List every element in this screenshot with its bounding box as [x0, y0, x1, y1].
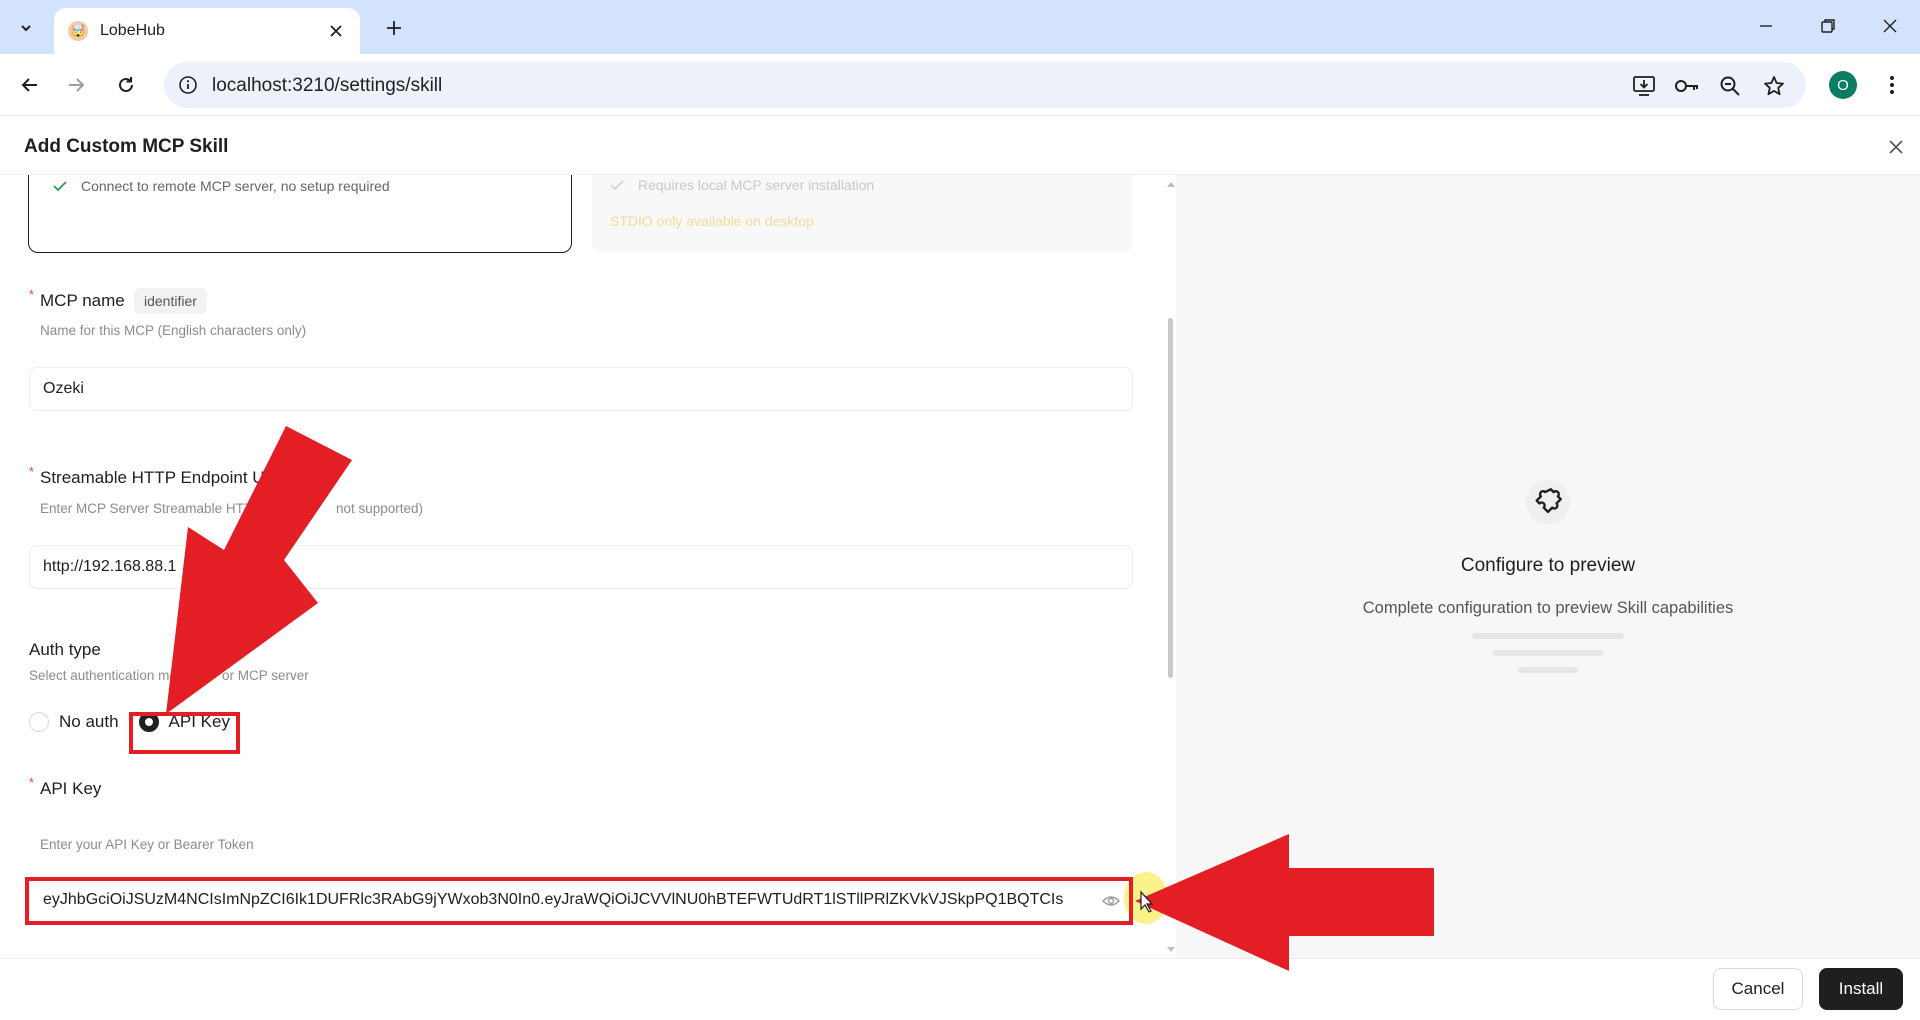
check-icon [610, 180, 624, 191]
check-icon [53, 181, 67, 192]
preview-pane: Configure to preview Complete configurat… [1176, 175, 1920, 958]
mcp-name-description: Name for this MCP (English characters on… [40, 323, 307, 338]
skeleton-line [1472, 633, 1624, 639]
info-icon[interactable] [176, 73, 200, 97]
skeleton-line [1492, 650, 1604, 656]
form-pane: Connect to remote MCP server, no setup r… [0, 175, 1176, 958]
scroll-up-icon[interactable] [1166, 179, 1175, 188]
browser-toolbar: localhost:3210/settings/skill O [0, 54, 1920, 116]
key-icon[interactable] [1674, 73, 1700, 99]
close-window-icon[interactable] [1868, 8, 1912, 44]
stdio-warning: STDIO only available on desktop [610, 213, 814, 229]
install-icon[interactable] [1631, 73, 1657, 99]
preview-title: Configure to preview [1460, 555, 1636, 576]
radio-button[interactable] [29, 712, 49, 732]
radio-label: API Key [168, 712, 230, 731]
api-key-input[interactable]: eyJhbGciOiJSUzM4NCIsImNpZCI6Ik1DUFRlc3RA… [29, 878, 1133, 922]
required-mark: * [29, 775, 35, 790]
arrow-left-icon[interactable] [14, 69, 46, 101]
install-button[interactable]: Install [1819, 968, 1903, 1010]
url-text: localhost:3210/settings/skill [212, 75, 443, 96]
more-vert-icon[interactable] [1876, 69, 1908, 101]
remote-feature-text: Connect to remote MCP server, no setup r… [81, 178, 390, 194]
tab-close-icon[interactable] [324, 19, 348, 43]
radio-label: No auth [59, 712, 119, 731]
address-bar[interactable]: localhost:3210/settings/skill [164, 62, 1806, 108]
local-mode-card: Requires local MCP server installation S… [592, 175, 1132, 253]
mcp-name-value: Ozeki [43, 380, 84, 397]
local-feature-text: Requires local MCP server installation [638, 177, 875, 193]
auth-type-radio-group: No auth API Key [29, 712, 230, 732]
scroll-down-icon[interactable] [1166, 945, 1175, 954]
endpoint-value: http://192.168.88.1 [43, 558, 177, 575]
plus-icon[interactable] [378, 12, 410, 44]
lobehub-favicon: 🤯 [68, 21, 88, 41]
modal-footer: Cancel Install [0, 958, 1920, 1020]
zoom-icon[interactable] [1717, 73, 1743, 99]
arrow-right-icon[interactable] [60, 69, 92, 101]
cancel-button[interactable]: Cancel [1713, 968, 1803, 1010]
auth-type-description: Select authentication meth [29, 668, 189, 683]
tab-title: LobeHub [100, 22, 165, 39]
preview-subtitle: Complete configuration to preview Skill … [1362, 599, 1734, 617]
star-icon[interactable] [1761, 73, 1787, 99]
radio-no-auth[interactable]: No auth [29, 712, 119, 732]
api-key-value: eyJhbGciOiJSUzM4NCIsImNpZCI6Ik1DUFRlc3RA… [43, 891, 1064, 908]
api-key-label: API Key [40, 779, 102, 798]
chevron-down-icon[interactable] [10, 12, 42, 44]
required-mark: * [29, 464, 35, 479]
minimize-icon[interactable] [1744, 8, 1788, 44]
browser-tab[interactable]: 🤯 LobeHub [54, 8, 360, 54]
endpoint-description-tail: not supported) [336, 501, 424, 516]
endpoint-label: Streamable HTTP Endpoint U [40, 468, 265, 487]
close-icon[interactable] [1882, 133, 1910, 161]
remote-feature: Connect to remote MCP server, no setup r… [53, 178, 390, 194]
radio-button[interactable] [138, 712, 159, 732]
endpoint-description: Enter MCP Server Streamable HTT [40, 501, 253, 516]
skeleton-line [1518, 667, 1578, 673]
scroll-thumb[interactable] [1168, 318, 1173, 678]
radio-api-key[interactable]: API Key [138, 712, 230, 732]
reload-icon[interactable] [110, 69, 142, 101]
endpoint-input[interactable]: http://192.168.88.1 [29, 545, 1133, 589]
mcp-name-label: MCP name [40, 291, 125, 310]
remote-mode-card[interactable]: Connect to remote MCP server, no setup r… [28, 175, 572, 253]
mcp-name-input[interactable]: Ozeki [29, 367, 1133, 411]
puzzle-icon [1526, 480, 1570, 524]
modal-header: Add Custom MCP Skill [0, 117, 1920, 175]
api-key-description: Enter your API Key or Bearer Token [40, 837, 254, 852]
auth-type-description-tail: or MCP server [222, 668, 309, 683]
restore-icon[interactable] [1806, 8, 1850, 44]
required-mark: * [29, 287, 35, 302]
local-feature: Requires local MCP server installation [610, 177, 874, 193]
browser-tabstrip: 🤯 LobeHub [0, 0, 1920, 54]
identifier-tag: identifier [134, 288, 207, 314]
eye-icon[interactable] [1102, 892, 1120, 910]
modal-title: Add Custom MCP Skill [24, 136, 229, 157]
form-scrollbar[interactable] [1164, 175, 1176, 958]
auth-type-label: Auth type [29, 640, 101, 659]
profile-avatar[interactable]: O [1829, 71, 1857, 99]
